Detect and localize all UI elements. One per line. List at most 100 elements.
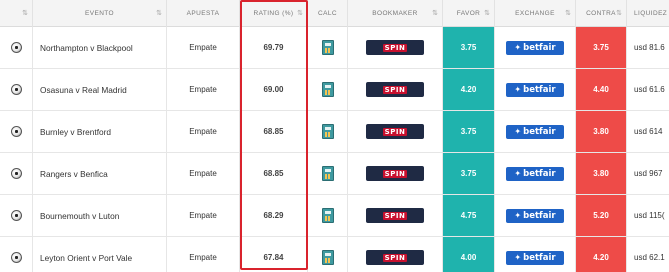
lay-odds-cell[interactable]: 3.80 — [576, 153, 627, 194]
event-name[interactable]: Osasuna v Real Madrid — [40, 85, 127, 95]
calculator-icon[interactable] — [321, 124, 334, 139]
lay-odds[interactable]: 4.20 — [593, 253, 609, 262]
table-row[interactable]: Bournemouth v Luton Empate 68.29 SPIN 4.… — [0, 195, 669, 237]
table-row[interactable]: Osasuna v Real Madrid Empate 69.00 SPIN … — [0, 69, 669, 111]
bet-cell: Empate — [167, 195, 240, 236]
event-cell[interactable]: Leyton Orient v Port Vale — [33, 237, 167, 272]
lay-odds[interactable]: 3.80 — [593, 127, 609, 136]
bookmaker-cell[interactable]: SPIN — [348, 111, 443, 152]
back-odds-cell[interactable]: 4.75 — [443, 195, 495, 236]
liquidity-cell: usd 115( — [627, 195, 669, 236]
calc-cell[interactable] — [308, 195, 348, 236]
bookmaker-cell[interactable]: SPIN — [348, 237, 443, 272]
calculator-icon[interactable] — [321, 40, 334, 55]
col-header-rating[interactable]: RATING (%) ⇅ — [240, 0, 308, 27]
event-cell[interactable]: Rangers v Benfica — [33, 153, 167, 194]
exchange-logo[interactable]: ✦ betfair — [506, 166, 564, 181]
back-odds-cell[interactable]: 3.75 — [443, 153, 495, 194]
event-name[interactable]: Rangers v Benfica — [40, 169, 108, 179]
col-header-evento[interactable]: EVENTO ⇅ — [33, 0, 167, 27]
event-name[interactable]: Bournemouth v Luton — [40, 211, 119, 221]
back-odds[interactable]: 3.75 — [461, 43, 477, 52]
bookmaker-cell[interactable]: SPIN — [348, 153, 443, 194]
back-odds-cell[interactable]: 4.20 — [443, 69, 495, 110]
exchange-cell[interactable]: ✦ betfair — [495, 27, 576, 68]
lay-odds[interactable]: 5.20 — [593, 211, 609, 220]
back-odds-cell[interactable]: 3.75 — [443, 111, 495, 152]
bookmaker-logo[interactable]: SPIN — [366, 124, 424, 139]
sort-icon[interactable]: ⇅ — [565, 9, 571, 17]
bet-type: Empate — [189, 85, 217, 94]
table-row[interactable]: Northampton v Blackpool Empate 69.79 SPI… — [0, 27, 669, 69]
event-cell[interactable]: Northampton v Blackpool — [33, 27, 167, 68]
calc-cell[interactable] — [308, 111, 348, 152]
bookmaker-logo[interactable]: SPIN — [366, 166, 424, 181]
bookmaker-cell[interactable]: SPIN — [348, 69, 443, 110]
event-name[interactable]: Leyton Orient v Port Vale — [40, 253, 132, 263]
exchange-cell[interactable]: ✦ betfair — [495, 237, 576, 272]
back-odds[interactable]: 4.75 — [461, 211, 477, 220]
lay-odds[interactable]: 3.80 — [593, 169, 609, 178]
bookmaker-logo[interactable]: SPIN — [366, 82, 424, 97]
bookmaker-logo-text: SPIN — [382, 253, 408, 262]
col-header-bookmaker[interactable]: BOOKMAKER ⇅ — [348, 0, 443, 27]
back-odds[interactable]: 3.75 — [461, 169, 477, 178]
lay-odds-cell[interactable]: 3.75 — [576, 27, 627, 68]
lay-odds[interactable]: 4.40 — [593, 85, 609, 94]
exchange-logo[interactable]: ✦ betfair — [506, 82, 564, 97]
exchange-logo[interactable]: ✦ betfair — [506, 208, 564, 223]
exchange-cell[interactable]: ✦ betfair — [495, 111, 576, 152]
event-cell[interactable]: Bournemouth v Luton — [33, 195, 167, 236]
event-name[interactable]: Burnley v Brentford — [40, 127, 111, 137]
sort-icon[interactable]: ⇅ — [297, 9, 303, 17]
lay-odds-cell[interactable]: 5.20 — [576, 195, 627, 236]
col-header-contra[interactable]: CONTRA ⇅ — [576, 0, 627, 27]
event-cell[interactable]: Burnley v Brentford — [33, 111, 167, 152]
back-odds[interactable]: 4.00 — [461, 253, 477, 262]
col-header-liquidez[interactable]: LIQUIDEZ — [627, 0, 669, 27]
bookmaker-logo[interactable]: SPIN — [366, 208, 424, 223]
exchange-cell[interactable]: ✦ betfair — [495, 153, 576, 194]
lay-odds-cell[interactable]: 4.20 — [576, 237, 627, 272]
exchange-cell[interactable]: ✦ betfair — [495, 195, 576, 236]
calc-cell[interactable] — [308, 27, 348, 68]
table-row[interactable]: Burnley v Brentford Empate 68.85 SPIN 3.… — [0, 111, 669, 153]
bookmaker-cell[interactable]: SPIN — [348, 27, 443, 68]
calculator-icon[interactable] — [321, 166, 334, 181]
exchange-logo[interactable]: ✦ betfair — [506, 40, 564, 55]
back-odds[interactable]: 4.20 — [461, 85, 477, 94]
event-name[interactable]: Northampton v Blackpool — [40, 43, 133, 53]
exchange-logo[interactable]: ✦ betfair — [506, 250, 564, 265]
exchange-logo[interactable]: ✦ betfair — [506, 124, 564, 139]
calculator-icon[interactable] — [321, 250, 334, 265]
col-header-label: EVENTO — [84, 10, 114, 17]
calc-cell[interactable] — [308, 237, 348, 272]
calc-cell[interactable] — [308, 153, 348, 194]
table-row[interactable]: Leyton Orient v Port Vale Empate 67.84 S… — [0, 237, 669, 272]
table-row[interactable]: Rangers v Benfica Empate 68.85 SPIN 3.75… — [0, 153, 669, 195]
sort-icon[interactable]: ⇅ — [616, 9, 622, 17]
exchange-cell[interactable]: ✦ betfair — [495, 69, 576, 110]
bookmaker-cell[interactable]: SPIN — [348, 195, 443, 236]
sort-icon[interactable]: ⇅ — [484, 9, 490, 17]
calc-cell[interactable] — [308, 69, 348, 110]
sort-icon[interactable]: ⇅ — [432, 9, 438, 17]
sort-icon[interactable]: ⇅ — [22, 9, 28, 17]
back-odds[interactable]: 3.75 — [461, 127, 477, 136]
liquidity-value: usd 115( — [634, 211, 665, 220]
lay-odds-cell[interactable]: 3.80 — [576, 111, 627, 152]
calculator-icon[interactable] — [321, 82, 334, 97]
back-odds-cell[interactable]: 3.75 — [443, 27, 495, 68]
bookmaker-logo[interactable]: SPIN — [366, 250, 424, 265]
bookmaker-logo[interactable]: SPIN — [366, 40, 424, 55]
col-header-apuesta[interactable]: APUESTA — [167, 0, 240, 27]
col-header-favor[interactable]: FAVOR ⇅ — [443, 0, 495, 27]
event-cell[interactable]: Osasuna v Real Madrid — [33, 69, 167, 110]
lay-odds-cell[interactable]: 4.40 — [576, 69, 627, 110]
lay-odds[interactable]: 3.75 — [593, 43, 609, 52]
col-header-icon[interactable]: ⇅ — [0, 0, 33, 27]
back-odds-cell[interactable]: 4.00 — [443, 237, 495, 272]
sort-icon[interactable]: ⇅ — [156, 9, 162, 17]
col-header-exchange[interactable]: EXCHANGE ⇅ — [495, 0, 576, 27]
calculator-icon[interactable] — [321, 208, 334, 223]
